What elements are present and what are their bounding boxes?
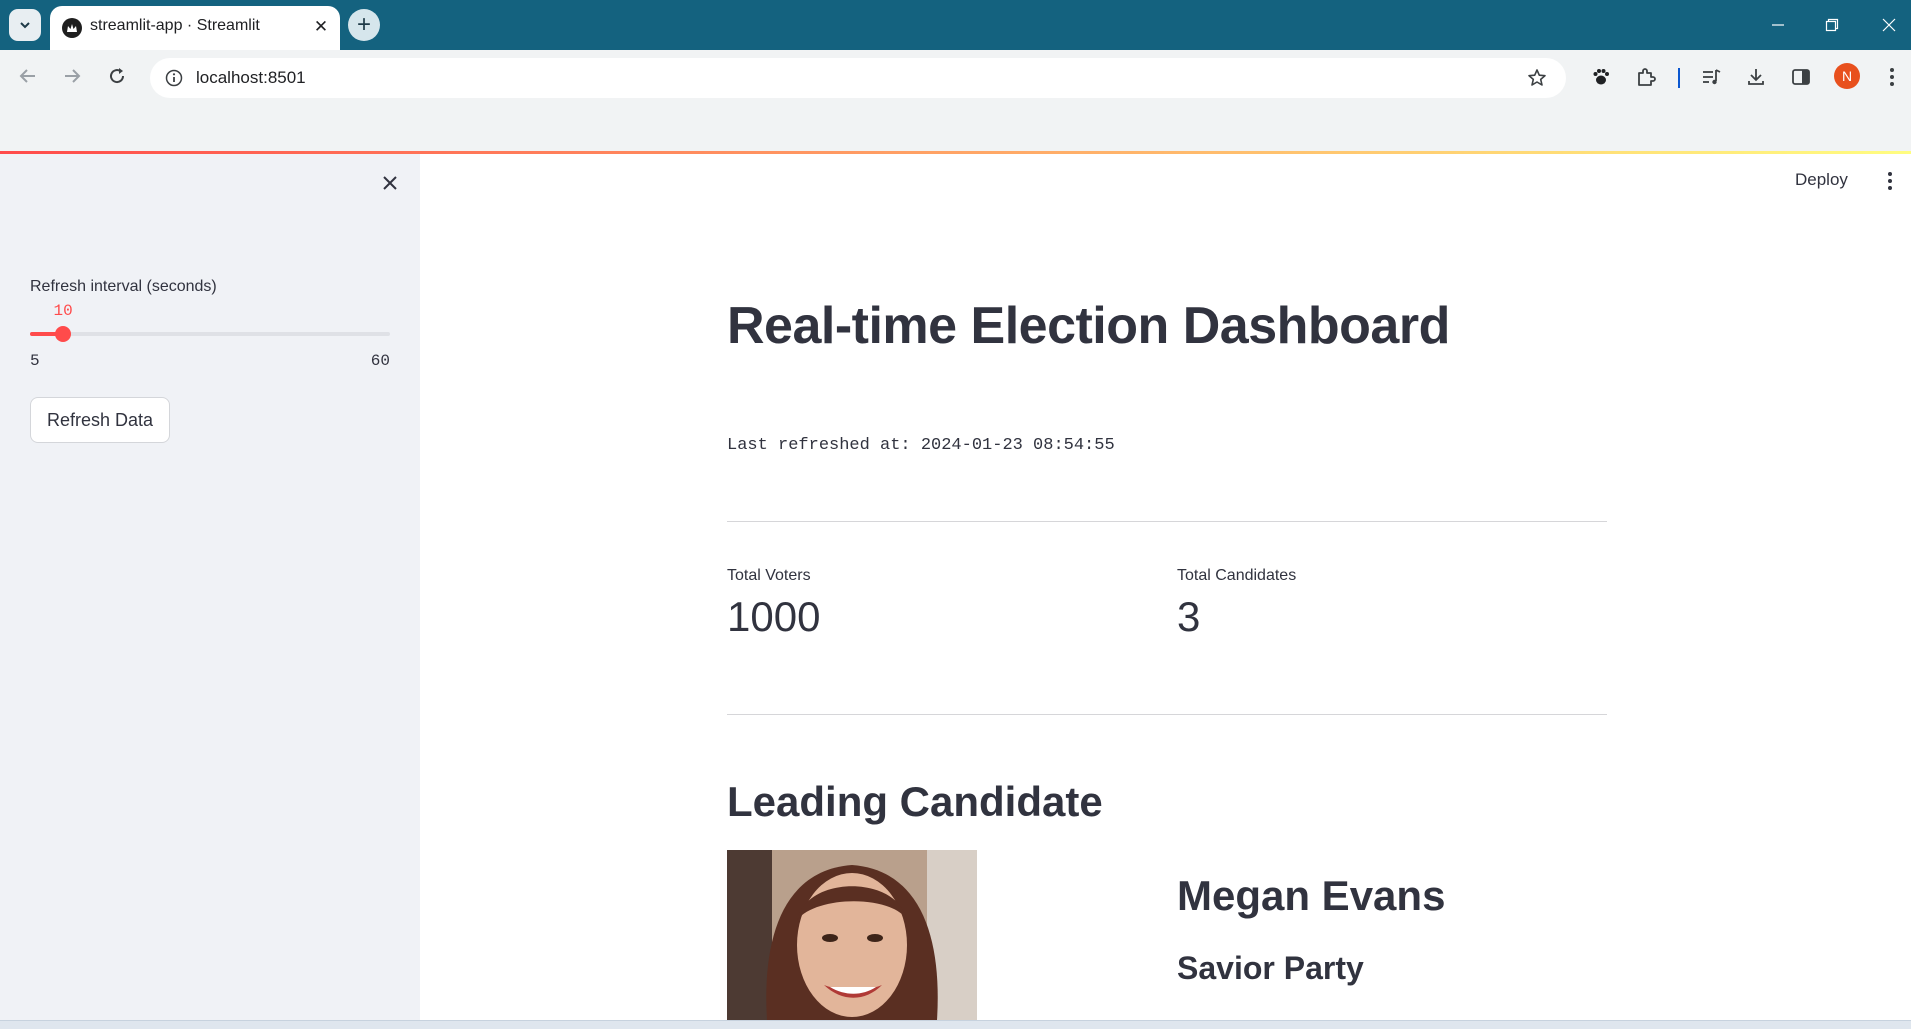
back-arrow-icon[interactable] — [11, 59, 45, 93]
browser-tab-bar: streamlit-app · Streamlit ✕ + — [0, 0, 1911, 50]
page-title: Real-time Election Dashboard — [727, 297, 1450, 355]
metric-value: 3 — [1177, 593, 1201, 640]
browser-menu-icon[interactable] — [1877, 62, 1907, 92]
reload-icon[interactable] — [100, 59, 134, 93]
slider-min-label: 5 — [30, 352, 40, 370]
tab-search-button[interactable] — [9, 9, 41, 41]
bookmarks-bar — [0, 102, 1911, 152]
streamlit-favicon-icon — [62, 18, 82, 38]
leading-candidate-heading: Leading Candidate — [727, 778, 1103, 825]
refresh-data-button[interactable]: Refresh Data — [30, 397, 171, 443]
slider-max-label: 60 — [370, 352, 390, 370]
divider — [727, 521, 1607, 522]
url-text: localhost:8501 — [196, 68, 306, 87]
metric-total-candidates: Total Candidates 3 — [1177, 567, 1296, 641]
slider-current-value: 10 — [53, 302, 73, 320]
slider-thumb[interactable] — [55, 326, 71, 342]
refresh-interval-slider[interactable] — [30, 326, 390, 342]
sidebar: Refresh interval (seconds) 10 5 60 Refre… — [0, 154, 420, 1020]
active-tab[interactable]: streamlit-app · Streamlit ✕ — [50, 6, 340, 50]
bookmark-star-icon[interactable] — [1523, 64, 1551, 92]
download-icon[interactable] — [1741, 62, 1771, 92]
divider — [727, 714, 1607, 715]
site-info-icon[interactable] — [160, 64, 188, 92]
metric-total-voters: Total Voters 1000 — [727, 567, 820, 641]
extensions-puzzle-icon[interactable] — [1631, 62, 1661, 92]
side-panel-icon[interactable] — [1786, 62, 1816, 92]
tab-close-icon[interactable]: ✕ — [310, 16, 332, 38]
address-bar[interactable]: localhost:8501 — [150, 58, 1566, 98]
main-menu-icon[interactable] — [1880, 170, 1900, 192]
new-tab-button[interactable]: + — [348, 9, 380, 41]
chevron-down-icon — [20, 22, 30, 29]
metric-label: Total Voters — [727, 567, 811, 584]
extension-paw-icon[interactable] — [1586, 62, 1616, 92]
media-control-icon[interactable] — [1696, 62, 1726, 92]
window-close-icon[interactable] — [1867, 10, 1911, 40]
candidate-party: Savior Party — [1177, 950, 1364, 986]
last-refreshed-text: Last refreshed at: 2024-01-23 08:54:55 — [727, 436, 1115, 455]
toolbar-divider — [1678, 68, 1680, 88]
profile-avatar[interactable]: N — [1834, 63, 1860, 89]
candidate-photo — [727, 850, 977, 1020]
forward-arrow-icon[interactable] — [55, 59, 89, 93]
restore-icon[interactable] — [1810, 10, 1854, 40]
browser-toolbar: localhost:8501 N — [0, 50, 1911, 102]
tab-title: streamlit-app · Streamlit — [90, 17, 260, 34]
candidate-name: Megan Evans — [1177, 872, 1446, 919]
metric-label: Total Candidates — [1177, 567, 1297, 584]
minimize-icon[interactable] — [1756, 10, 1800, 40]
slider-label: Refresh interval (seconds) — [30, 278, 217, 295]
metric-value: 1000 — [727, 593, 821, 640]
deploy-button[interactable]: Deploy — [1795, 170, 1848, 190]
sidebar-close-icon[interactable] — [377, 170, 403, 196]
